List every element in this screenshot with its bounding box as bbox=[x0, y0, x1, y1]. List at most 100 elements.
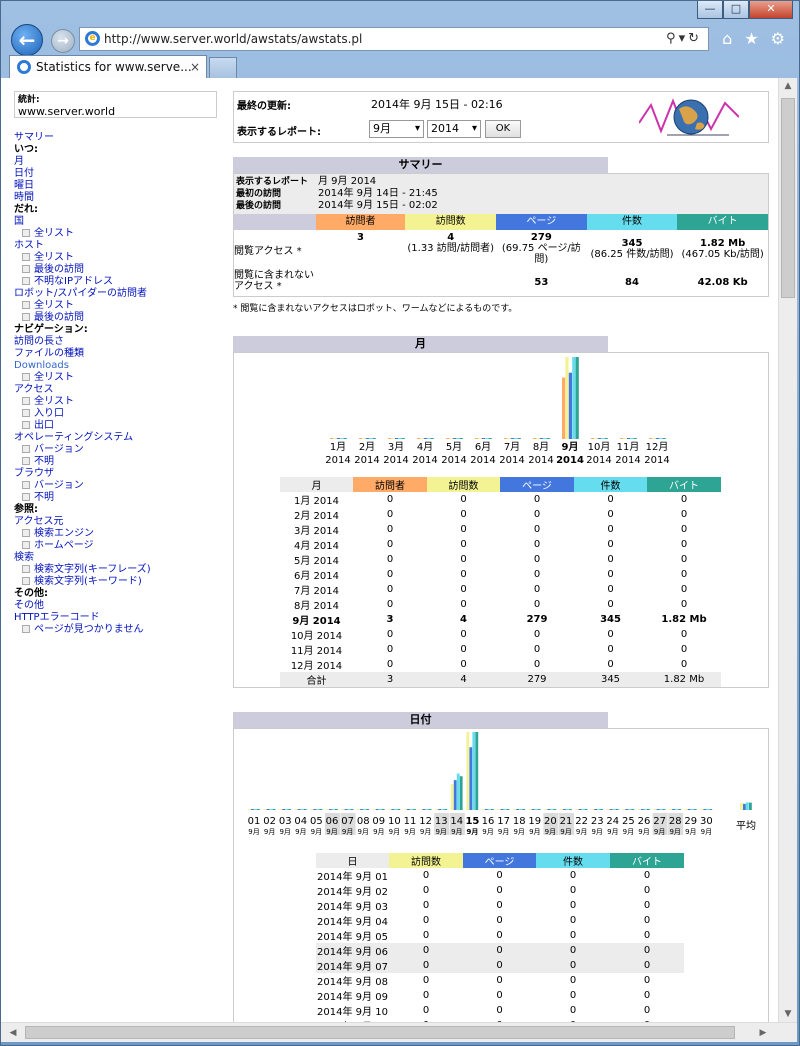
close-window-button[interactable]: ✕ bbox=[749, 1, 793, 19]
table-cell: 3 bbox=[386, 614, 394, 625]
menu-item-label: 全リスト bbox=[34, 252, 74, 263]
scroll-left-arrow[interactable]: ◀ bbox=[5, 1023, 21, 1043]
menu-item[interactable]: オペレーティングシステム bbox=[14, 432, 219, 444]
month-bar bbox=[659, 438, 663, 439]
day-bar bbox=[279, 809, 282, 810]
menu-item[interactable]: 不明 bbox=[14, 456, 219, 468]
day-bar bbox=[381, 809, 385, 810]
menu-item[interactable]: ホスト bbox=[14, 240, 219, 252]
home-icon[interactable]: ⌂ bbox=[722, 29, 732, 48]
menu-item[interactable]: 検索エンジン bbox=[14, 528, 219, 540]
day-bar bbox=[584, 809, 588, 810]
menu-item[interactable]: 検索文字列(キーワード) bbox=[14, 576, 219, 588]
menu-item[interactable]: 全リスト bbox=[14, 396, 219, 408]
forward-button[interactable]: → bbox=[51, 29, 75, 53]
menu-item[interactable]: ファイルの種類 bbox=[14, 348, 219, 360]
menu-item[interactable]: 全リスト bbox=[14, 300, 219, 312]
horizontal-scroll-thumb[interactable] bbox=[25, 1026, 735, 1039]
day-bar bbox=[575, 809, 579, 810]
month-select[interactable]: 9月 bbox=[369, 120, 424, 138]
table-cell: 0 bbox=[460, 599, 467, 610]
day-tick-month: 9月 bbox=[295, 828, 306, 836]
scroll-down-arrow[interactable]: ▼ bbox=[779, 1006, 797, 1022]
menu-item[interactable]: 国 bbox=[14, 216, 219, 228]
menu-item[interactable]: 出口 bbox=[14, 420, 219, 432]
menu-item[interactable]: 検索文字列(キーフレーズ) bbox=[14, 564, 219, 576]
address-bar[interactable]: e http://www.server.world/awstats/awstat… bbox=[79, 27, 709, 51]
menu-item[interactable]: 最後の訪問 bbox=[14, 312, 219, 324]
horizontal-scrollbar[interactable]: ◀ ▶ bbox=[1, 1022, 797, 1042]
menu-item[interactable]: アクセス bbox=[14, 384, 219, 396]
ok-button[interactable]: OK bbox=[485, 120, 521, 138]
tab-active[interactable]: Statistics for www.serve... × bbox=[9, 55, 207, 79]
back-button[interactable]: ← bbox=[11, 24, 43, 56]
menu-item[interactable]: その他 bbox=[14, 600, 219, 612]
menu-item[interactable]: HTTPエラーコード bbox=[14, 612, 219, 624]
day-bar bbox=[537, 809, 541, 810]
favorites-star-icon[interactable]: ★ bbox=[744, 29, 758, 48]
day-tick-month: 9月 bbox=[669, 828, 680, 836]
day-tick-label: 11 bbox=[404, 816, 417, 827]
tab-close-icon[interactable]: × bbox=[190, 56, 200, 78]
page-icon bbox=[22, 253, 30, 261]
menu-item[interactable]: サマリー bbox=[14, 132, 219, 144]
scroll-up-arrow[interactable]: ▲ bbox=[779, 78, 797, 94]
day-bar bbox=[282, 809, 285, 810]
navigation-bar: ← → e http://www.server.world/awstats/aw… bbox=[1, 23, 799, 56]
viewed-row: 閲覧アクセス * 3 4 (1.33 訪問/訪問者) 279 (69.75 ページ/… bbox=[234, 230, 768, 270]
day-bar bbox=[300, 809, 304, 810]
table-cell: 0 bbox=[386, 644, 394, 655]
menu-item[interactable]: 最後の訪問 bbox=[14, 264, 219, 276]
month-bar bbox=[394, 438, 398, 439]
day-bar bbox=[672, 809, 675, 810]
vertical-scroll-thumb[interactable] bbox=[781, 98, 795, 298]
menu-item[interactable]: 全リスト bbox=[14, 372, 219, 384]
vertical-scrollbar[interactable]: ▲ ▼ bbox=[778, 78, 797, 1022]
menu-item[interactable]: 不明 bbox=[14, 492, 219, 504]
menu-item[interactable]: 月 bbox=[14, 156, 219, 168]
table-cell: 11月 2014 bbox=[290, 646, 343, 657]
table-cell: 0 bbox=[680, 539, 688, 550]
refresh-icon[interactable]: ↻ bbox=[688, 31, 702, 46]
menu-item-label: 検索文字列(キーワード) bbox=[34, 576, 142, 587]
menu-item-label: 入り口 bbox=[34, 408, 64, 419]
month-bar bbox=[452, 438, 456, 439]
menu-item[interactable]: 全リスト bbox=[14, 228, 219, 240]
table-cell: 0 bbox=[460, 659, 467, 670]
menu-item[interactable]: ロボット/スパイダーの訪問者 bbox=[14, 288, 219, 300]
day-bar bbox=[693, 809, 697, 810]
menu-item[interactable]: Downloads bbox=[14, 360, 219, 372]
new-tab-button[interactable] bbox=[209, 57, 237, 79]
menu-item[interactable]: 不明なIPアドレス bbox=[14, 276, 219, 288]
menu-item[interactable]: 全リスト bbox=[14, 252, 219, 264]
month-col-header: バイト bbox=[647, 477, 721, 492]
menu-item[interactable]: 入り口 bbox=[14, 408, 219, 420]
awstats-logo bbox=[639, 98, 739, 136]
scroll-right-arrow[interactable]: ▶ bbox=[755, 1023, 771, 1043]
day-bar bbox=[578, 809, 582, 810]
search-icon[interactable]: ⚲ bbox=[666, 31, 679, 46]
year-select[interactable]: 2014 bbox=[427, 120, 481, 138]
menu-item[interactable]: アクセス元 bbox=[14, 516, 219, 528]
menu-item[interactable]: バージョン bbox=[14, 444, 219, 456]
table-cell: 0 bbox=[607, 554, 614, 565]
menu-item[interactable]: ページが見つかりません bbox=[14, 624, 219, 636]
month-col-header: 件数 bbox=[574, 477, 647, 492]
viewed-pages: 279 bbox=[530, 232, 552, 243]
menu-item[interactable]: 曜日 bbox=[14, 180, 219, 192]
menu-item[interactable]: 検索 bbox=[14, 552, 219, 564]
gear-icon[interactable]: ⚙ bbox=[771, 29, 785, 48]
month-table-header: 月訪問者 訪問数 ページ 件数 バイト bbox=[280, 477, 721, 492]
menu-item[interactable]: 時間 bbox=[14, 192, 219, 204]
month-bar bbox=[488, 438, 492, 439]
menu-item[interactable]: ホームページ bbox=[14, 540, 219, 552]
day-bar bbox=[335, 809, 338, 810]
menu-item[interactable]: 訪問の長さ bbox=[14, 336, 219, 348]
menu-item[interactable]: バージョン bbox=[14, 480, 219, 492]
dropdown-icon[interactable]: ▾ bbox=[679, 31, 689, 46]
minimize-button[interactable]: — bbox=[697, 1, 723, 19]
table-cell: 0 bbox=[533, 494, 541, 505]
menu-item[interactable]: 日付 bbox=[14, 168, 219, 180]
maximize-button[interactable]: □ bbox=[723, 1, 749, 19]
menu-item[interactable]: ブラウザ bbox=[14, 468, 219, 480]
